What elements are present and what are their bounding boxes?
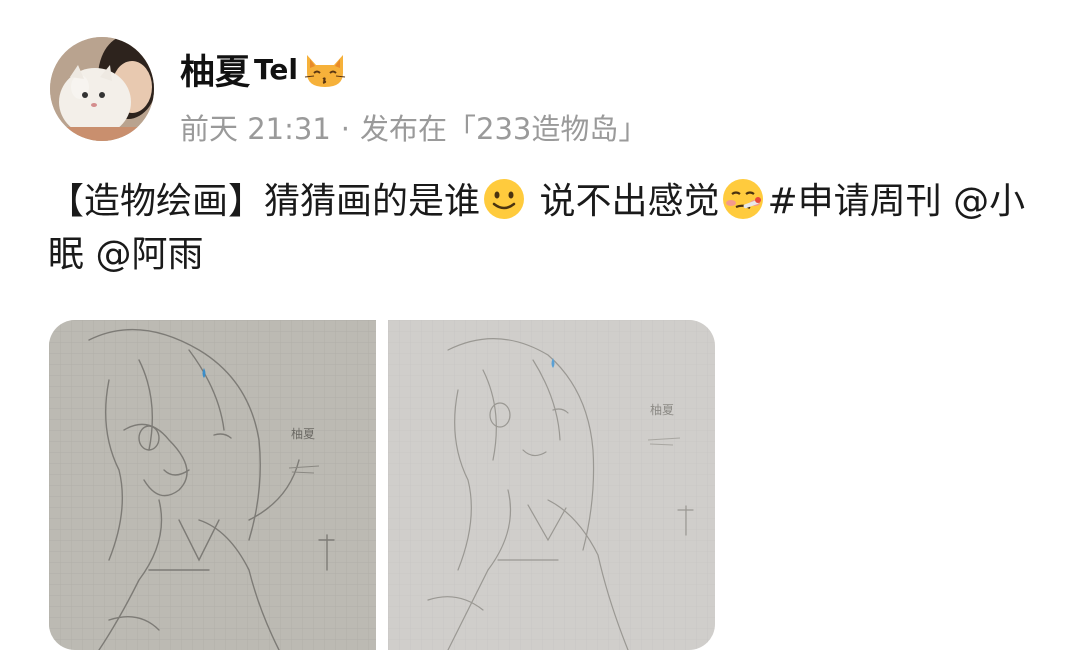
avatar-photo	[50, 37, 154, 141]
sketch-photo-1: 柚夏	[49, 320, 376, 650]
post-image-2[interactable]: 柚夏	[388, 320, 715, 650]
author-name-text: 柚夏	[180, 53, 251, 93]
sketch-signature-2: 柚夏	[650, 402, 674, 417]
sketch-photo-2: 柚夏	[388, 320, 715, 650]
face-with-thermometer-icon	[723, 179, 764, 219]
meta-separator: ·	[340, 112, 351, 146]
post-location-link[interactable]: 发布在「233造物岛」	[360, 112, 647, 146]
author-name-suffix: Tel	[254, 53, 298, 86]
post-time: 前天 21:31	[180, 112, 331, 146]
avatar[interactable]	[50, 37, 154, 141]
post-image-1[interactable]: 柚夏	[49, 320, 376, 650]
author-name[interactable]: 柚夏 Tel	[180, 44, 348, 95]
sketch-signature-1: 柚夏	[291, 426, 315, 441]
post-text-part2: 说不出感觉	[528, 181, 720, 222]
post-content: 【造物绘画】猜猜画的是谁 说不出感觉 #申请周刊 @小眠 @阿雨	[48, 175, 1038, 281]
post-meta: 前天 21:31 · 发布在「233造物岛」	[180, 106, 647, 148]
slightly-smiling-face-icon	[484, 179, 525, 219]
post-text-part1: 【造物绘画】猜猜画的是谁	[48, 181, 481, 222]
kissing-cat-icon	[304, 54, 346, 87]
